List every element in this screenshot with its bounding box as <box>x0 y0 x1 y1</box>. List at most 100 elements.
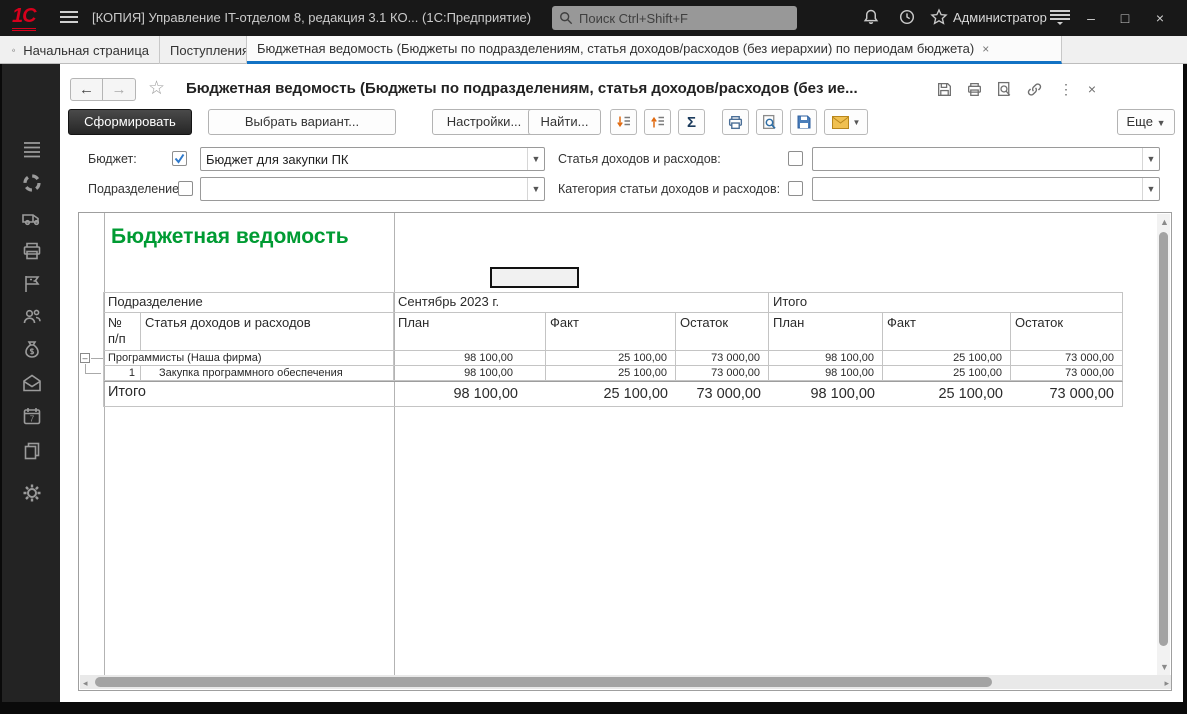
add-favorite-star-icon[interactable]: ☆ <box>148 77 165 100</box>
preview-toolbar-button[interactable] <box>756 109 783 135</box>
scroll-left-icon[interactable]: ◂ <box>83 678 88 689</box>
combo-dropdown-icon[interactable]: ▼ <box>527 178 544 200</box>
favorites-star-icon[interactable] <box>930 8 952 28</box>
print-preview-icon[interactable] <box>996 81 1016 99</box>
total-cell-value[interactable]: 25 100,00 <box>546 381 676 407</box>
department-filter-combo[interactable]: ▼ <box>200 177 545 201</box>
save-report-icon[interactable] <box>936 81 956 99</box>
col-group-department: Подразделение <box>104 292 394 313</box>
notifications-bell-icon[interactable] <box>862 8 884 28</box>
helpdesk-icon[interactable] <box>21 172 45 196</box>
col-header-plan: План <box>769 313 883 351</box>
cell-value[interactable]: 98 100,00 <box>769 366 883 381</box>
expand-groups-button[interactable] <box>644 109 671 135</box>
minimize-button[interactable]: – <box>1079 7 1103 29</box>
search-placeholder: Поиск Ctrl+Shift+F <box>579 11 688 26</box>
cell-value[interactable]: 73 000,00 <box>1011 351 1123 366</box>
close-window-button[interactable]: × <box>1148 7 1172 29</box>
item-filter-combo[interactable]: ▼ <box>812 147 1160 171</box>
scroll-right-icon[interactable]: ▸ <box>1164 678 1169 689</box>
main-menu-icon[interactable] <box>60 11 78 25</box>
total-cell-value[interactable]: 73 000,00 <box>676 381 769 407</box>
cell-value[interactable]: 25 100,00 <box>883 366 1011 381</box>
selected-cell[interactable] <box>490 267 579 288</box>
get-link-icon[interactable] <box>1026 81 1046 99</box>
cell-value[interactable]: 73 000,00 <box>1011 366 1123 381</box>
category-filter-checkbox[interactable] <box>788 181 803 196</box>
total-cell-value[interactable]: 25 100,00 <box>883 381 1011 407</box>
item-filter-checkbox[interactable] <box>788 151 803 166</box>
vertical-scroll-thumb[interactable] <box>1159 232 1168 646</box>
cell-value[interactable]: 98 100,00 <box>769 351 883 366</box>
sections-list-icon[interactable] <box>21 138 45 162</box>
flag-icon[interactable] <box>21 273 45 297</box>
category-filter-combo[interactable]: ▼ <box>812 177 1160 201</box>
close-form-icon[interactable]: × <box>1082 81 1102 99</box>
cell-value[interactable]: 25 100,00 <box>546 351 676 366</box>
combo-dropdown-icon[interactable]: ▼ <box>527 148 544 170</box>
maximize-button[interactable]: □ <box>1113 7 1137 29</box>
row-group-label[interactable]: Программисты (Наша фирма) <box>104 351 394 366</box>
find-button[interactable]: Найти... <box>528 109 601 135</box>
total-row-label[interactable]: Итого <box>104 381 394 407</box>
combo-dropdown-icon[interactable]: ▼ <box>1142 148 1159 170</box>
horizontal-scrollbar[interactable]: ◂ ▸ <box>80 675 1172 689</box>
cell-value[interactable]: 73 000,00 <box>676 366 769 381</box>
total-cell-value[interactable]: 98 100,00 <box>769 381 883 407</box>
tab-receipts[interactable]: Поступления × <box>160 36 247 64</box>
vertical-scrollbar[interactable]: ▲ ▼ <box>1157 214 1170 675</box>
department-filter-label: Подразделение: <box>88 176 183 202</box>
group-collapse-icon[interactable]: – <box>80 353 90 363</box>
nav-forward-button[interactable]: → <box>103 78 136 101</box>
tab-budget-report-label: Бюджетная ведомость (Бюджеты по подразде… <box>257 41 974 56</box>
settings-gear-icon[interactable] <box>21 482 45 506</box>
row-item-label[interactable]: Закупка программного обеспечения <box>141 366 394 381</box>
select-variant-button[interactable]: Выбрать вариант... <box>208 109 396 135</box>
totals-sigma-button[interactable]: Σ <box>678 109 705 135</box>
budget-filter-checkbox[interactable] <box>172 151 187 166</box>
collapse-groups-button[interactable] <box>610 109 637 135</box>
send-email-button[interactable]: ▼ <box>824 109 868 135</box>
documents-icon[interactable] <box>21 440 45 464</box>
budget-filter-value: Бюджет для закупки ПК <box>206 152 349 167</box>
horizontal-scroll-thumb[interactable] <box>95 677 992 687</box>
global-search-input[interactable]: Поиск Ctrl+Shift+F <box>552 6 797 30</box>
tab-close-icon[interactable]: × <box>982 42 989 56</box>
total-cell-value[interactable]: 73 000,00 <box>1011 381 1123 407</box>
history-icon[interactable] <box>898 8 920 28</box>
more-commands-icon[interactable]: ⋮ <box>1056 81 1076 99</box>
settings-button[interactable]: Настройки... <box>432 109 536 135</box>
budget-filter-combo[interactable]: Бюджет для закупки ПК ▼ <box>200 147 545 171</box>
row-num[interactable]: 1 <box>104 366 141 381</box>
col-header-rest: Остаток <box>1011 313 1123 351</box>
cell-value[interactable]: 25 100,00 <box>883 351 1011 366</box>
cell-value[interactable]: 98 100,00 <box>394 366 546 381</box>
print-toolbar-button[interactable] <box>722 109 749 135</box>
mail-icon[interactable] <box>21 372 45 396</box>
department-filter-checkbox[interactable] <box>178 181 193 196</box>
tab-home[interactable]: Начальная страница <box>2 36 160 64</box>
tab-budget-report[interactable]: Бюджетная ведомость (Бюджеты по подразде… <box>247 36 1062 64</box>
generate-button[interactable]: Сформировать <box>68 109 192 135</box>
home-icon <box>12 43 15 57</box>
total-cell-value[interactable]: 98 100,00 <box>394 381 546 407</box>
more-button[interactable]: Еще ▼ <box>1117 109 1175 135</box>
cell-value[interactable]: 73 000,00 <box>676 351 769 366</box>
service-menu-icon[interactable] <box>1050 10 1070 26</box>
nav-back-button[interactable]: ← <box>70 78 103 101</box>
save-toolbar-button[interactable] <box>790 109 817 135</box>
cell-value[interactable]: 25 100,00 <box>546 366 676 381</box>
cell-value[interactable]: 98 100,00 <box>394 351 546 366</box>
employees-icon[interactable] <box>21 306 45 330</box>
calendar-icon[interactable]: 7 <box>21 405 45 429</box>
report-spreadsheet[interactable]: Бюджетная ведомость – Подразделение Сент… <box>78 212 1172 691</box>
scroll-down-icon[interactable]: ▼ <box>1160 662 1169 672</box>
print-icon[interactable] <box>966 81 986 99</box>
delivery-van-icon[interactable] <box>21 207 45 231</box>
window-title: [КОПИЯ] Управление IT-отделом 8, редакци… <box>92 10 531 25</box>
combo-dropdown-icon[interactable]: ▼ <box>1142 178 1159 200</box>
printer-icon[interactable] <box>21 240 45 264</box>
money-bag-icon[interactable] <box>21 339 45 363</box>
scroll-up-icon[interactable]: ▲ <box>1160 217 1169 227</box>
current-user[interactable]: Администратор <box>953 10 1047 25</box>
